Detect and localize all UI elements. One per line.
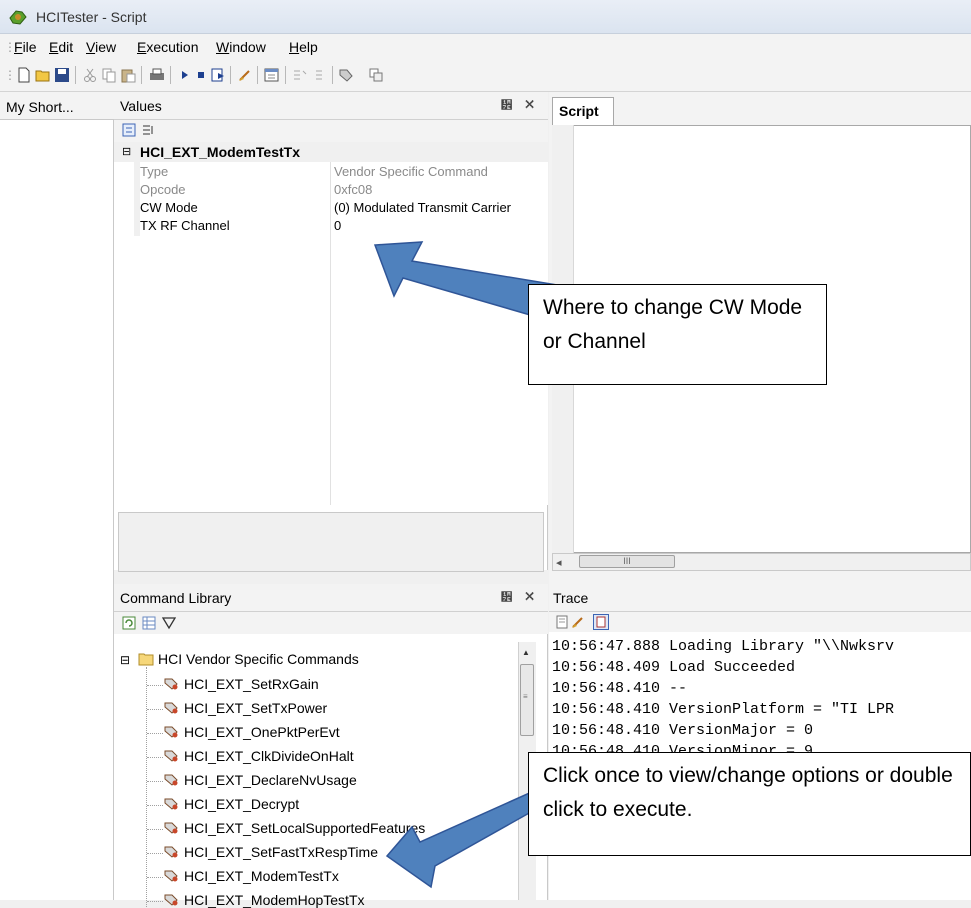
tree-guide xyxy=(147,901,163,902)
callout-library: Click once to view/change options or dou… xyxy=(528,752,971,856)
callout-values: Where to change CW Mode or Channel xyxy=(528,284,827,385)
